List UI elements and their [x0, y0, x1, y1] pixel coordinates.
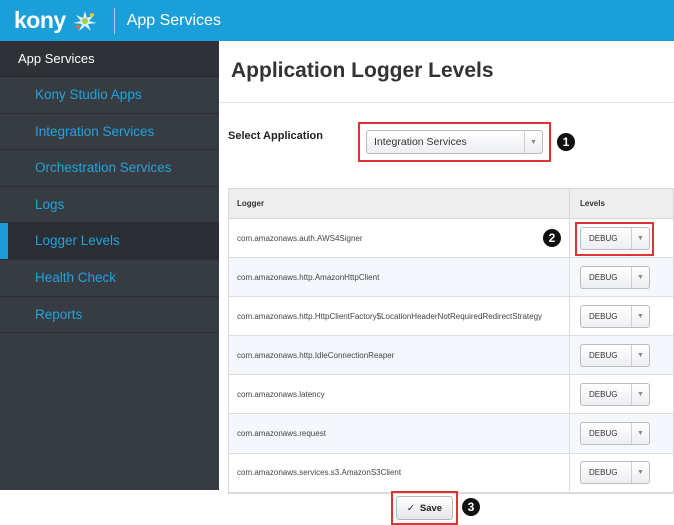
table-row: com.amazonaws.auth.AWS4Signer DEBUG ▼	[229, 219, 673, 259]
sidebar-item-integration-services[interactable]: Integration Services	[0, 114, 219, 151]
chevron-down-icon: ▼	[631, 423, 649, 445]
application-select-highlight: Integration Services ▼	[358, 122, 551, 162]
sidebar-item-logs[interactable]: Logs	[0, 187, 219, 224]
chevron-down-icon: ▼	[631, 305, 649, 327]
level-cell: DEBUG ▼	[570, 258, 650, 296]
column-header-levels: Levels	[580, 199, 605, 208]
logger-name: com.amazonaws.latency	[229, 375, 570, 414]
sidebar-item-reports[interactable]: Reports	[0, 297, 219, 334]
sidebar-item-logger-levels[interactable]: Logger Levels	[0, 223, 219, 260]
check-icon: ✓	[406, 502, 415, 514]
select-application-label: Select Application	[228, 130, 323, 142]
table-row: com.amazonaws.services.s3.AmazonS3Client…	[229, 453, 673, 493]
header-app-title: App Services	[126, 11, 221, 29]
save-button-label: Save	[419, 502, 443, 514]
level-select-value: DEBUG	[589, 233, 618, 243]
level-select[interactable]: DEBUG ▼	[580, 226, 650, 250]
header-divider	[113, 7, 115, 34]
save-button[interactable]: ✓ Save	[396, 496, 453, 520]
level-select[interactable]: DEBUG ▼	[580, 265, 650, 289]
main-content: Application Logger Levels Select Applica…	[219, 41, 674, 525]
table-row: com.amazonaws.http.HttpClientFactory$Loc…	[229, 297, 673, 337]
logger-name: com.amazonaws.request	[229, 414, 570, 453]
level-cell: DEBUG ▼	[570, 297, 650, 335]
logger-name: com.amazonaws.auth.AWS4Signer	[229, 219, 570, 258]
level-cell: DEBUG ▼	[570, 454, 650, 492]
kony-logo[interactable]: kony	[14, 7, 100, 34]
table-header: Logger Levels	[229, 189, 673, 219]
level-select[interactable]: DEBUG ▼	[580, 343, 650, 367]
chevron-down-icon: ▼	[631, 462, 649, 484]
application-select-value: Integration Services	[374, 136, 467, 148]
kony-star-icon	[70, 9, 100, 33]
sidebar-item-health-check[interactable]: Health Check	[0, 260, 219, 297]
chevron-down-icon: ▼	[524, 131, 542, 153]
level-select[interactable]: DEBUG ▼	[580, 304, 650, 328]
title-divider	[219, 102, 674, 103]
sidebar-heading: App Services	[0, 41, 219, 77]
level-select[interactable]: DEBUG ▼	[580, 422, 650, 446]
column-header-logger: Logger	[229, 189, 570, 218]
table-row: com.amazonaws.latency DEBUG ▼	[229, 375, 673, 415]
page-title: Application Logger Levels	[231, 59, 494, 82]
level-select-value: DEBUG	[589, 389, 618, 399]
level-select-value: DEBUG	[589, 350, 618, 360]
level-select-value: DEBUG	[589, 468, 618, 478]
level-cell: DEBUG ▼	[570, 219, 654, 257]
logger-table: Logger Levels com.amazonaws.auth.AWS4Sig…	[228, 188, 674, 494]
sidebar-item-orchestration-services[interactable]: Orchestration Services	[0, 150, 219, 187]
table-row: com.amazonaws.http.AmazonHttpClient DEBU…	[229, 258, 673, 298]
level-cell: DEBUG ▼	[570, 336, 650, 374]
logger-name: com.amazonaws.http.IdleConnectionReaper	[229, 336, 570, 375]
logger-name: com.amazonaws.http.AmazonHttpClient	[229, 258, 570, 297]
top-bar: kony App Services	[0, 0, 674, 41]
chevron-down-icon: ▼	[631, 266, 649, 288]
logger-name: com.amazonaws.http.HttpClientFactory$Loc…	[229, 297, 570, 336]
application-select[interactable]: Integration Services ▼	[366, 130, 543, 154]
table-row: com.amazonaws.request DEBUG ▼	[229, 414, 673, 454]
sidebar: App Services Kony Studio Apps Integratio…	[0, 41, 219, 490]
level-select[interactable]: DEBUG ▼	[580, 382, 650, 406]
table-row: com.amazonaws.http.IdleConnectionReaper …	[229, 336, 673, 376]
level-select-value: DEBUG	[589, 311, 618, 321]
chevron-down-icon: ▼	[631, 227, 649, 249]
level-select[interactable]: DEBUG ▼	[580, 461, 650, 485]
logger-name: com.amazonaws.services.s3.AmazonS3Client	[229, 453, 570, 492]
level-select-value: DEBUG	[589, 272, 618, 282]
callout-2: 2	[543, 229, 561, 247]
callout-1: 1	[557, 133, 575, 151]
brand-name: kony	[14, 7, 66, 33]
level-select-value: DEBUG	[589, 429, 618, 439]
callout-3: 3	[462, 498, 480, 516]
save-button-highlight: ✓ Save	[391, 491, 458, 525]
level-cell: DEBUG ▼	[570, 375, 650, 413]
chevron-down-icon: ▼	[631, 344, 649, 366]
chevron-down-icon: ▼	[631, 383, 649, 405]
sidebar-item-kony-studio-apps[interactable]: Kony Studio Apps	[0, 77, 219, 114]
level-cell: DEBUG ▼	[570, 414, 650, 452]
